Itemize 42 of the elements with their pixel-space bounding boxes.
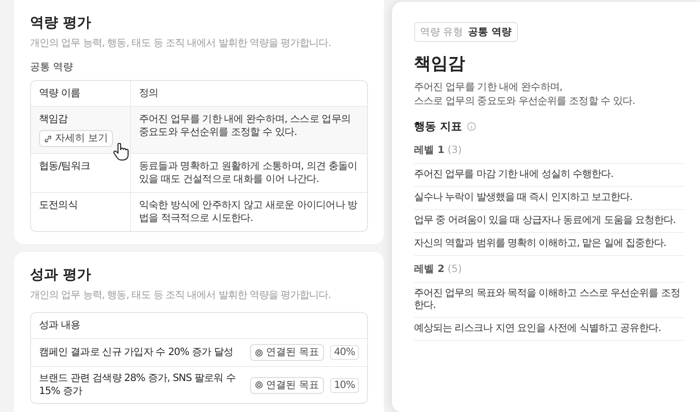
indicator-item: 예상되는 리스크나 지연 요인을 사전에 식별하고 공유한다. (414, 318, 684, 341)
indicator-item: 자신의 역할과 범위를 명확히 이해하고, 맡은 일에 집중한다. (414, 233, 684, 256)
tag-value: 공통 역량 (468, 26, 512, 39)
link-icon (44, 134, 52, 142)
tag-label: 역량 유형 (420, 26, 464, 39)
drawer-description: 주어진 업무를 기한 내에 완수하며, 스스로 업무의 중요도와 우선순위를 조정할 수 있다. (414, 81, 636, 109)
target-icon (254, 348, 263, 356)
level-label: 레벨 1 (414, 145, 444, 156)
drawer-title: 책임감 (414, 53, 466, 75)
competency-definition: 주어진 업무를 기한 내에 완수하며, 스스로 업무의 중요도와 우선순위를 조정할 수 있다. (138, 113, 352, 140)
level-count: (5) (448, 264, 462, 275)
weight-badge: 10% (330, 378, 359, 392)
section-description: 개인의 업무 능력, 행동, 태도 등 조직 내에서 발휘한 역량을 평가합니다. (30, 37, 332, 50)
section-title: 역량 평가 (30, 14, 92, 32)
detail-button[interactable]: 자세히 보기 (39, 130, 114, 147)
hand-cursor-icon (113, 143, 129, 161)
linked-goal-button[interactable]: 연결된 목표 (250, 376, 324, 394)
linked-goal-button[interactable]: 연결된 목표 (250, 344, 324, 361)
indicator-item: 업무 중 어려움이 있을 때 상급자나 동료에게 도움을 요청한다. (414, 210, 684, 233)
target-icon (254, 381, 263, 389)
level-count: (3) (448, 145, 462, 156)
competency-name: 책임감 (39, 113, 68, 126)
column-header: 정의 (138, 87, 160, 101)
level-label: 레벨 2 (414, 264, 444, 275)
indicator-item: 실수나 누락이 발생했을 때 즉시 인지하고 보고한다. (414, 187, 684, 210)
performance-text: 캠페인 결과로 신규 가입자 수 20% 증가 달성 (39, 346, 234, 359)
group-label: 공통 역량 (30, 61, 74, 74)
competency-name: 도전의식 (39, 199, 78, 212)
column-header: 성과 내용 (38, 319, 82, 333)
indicator-item: 주어진 업무의 목표와 목적을 이해하고 스스로 우선순위를 조정한다. (414, 283, 684, 318)
table-row[interactable]: 도전의식 익숙한 방식에 안주하지 않고 새로운 아이디어나 방법을 적극적으로 시도한다. (31, 192, 367, 231)
weight-badge: 40% (330, 345, 359, 360)
performance-text: 브랜드 관련 검색량 28% 증가, SNS 팔로워 수 15% 증가 (39, 372, 237, 398)
section-description: 개인의 업무 능력, 행동, 태도 등 조직 내에서 발휘한 역량을 평가합니다. (30, 289, 332, 302)
table-row[interactable]: 협동/팀워크 동료들과 명확하고 원활하게 소통하며, 의견 충돌이 있을 때도 건설적으로 대화를 이어 나간다. (31, 153, 367, 192)
competency-name: 협동/팀워크 (39, 160, 90, 173)
indicator-item: 주어진 업무를 마감 기한 내에 성실히 수행한다. (414, 164, 684, 187)
indicators-title: 행동 지표 (414, 119, 462, 134)
competency-definition: 동료들과 명확하고 원활하게 소통하며, 의견 충돌이 있을 때도 건설적으로 대화를 이어 나간다. (138, 160, 358, 187)
info-icon[interactable] (466, 122, 476, 131)
competency-definition: 익숙한 방식에 안주하지 않고 새로운 아이디어나 방법을 적극적으로 시도한다. (138, 199, 358, 226)
section-title: 성과 평가 (30, 266, 92, 284)
